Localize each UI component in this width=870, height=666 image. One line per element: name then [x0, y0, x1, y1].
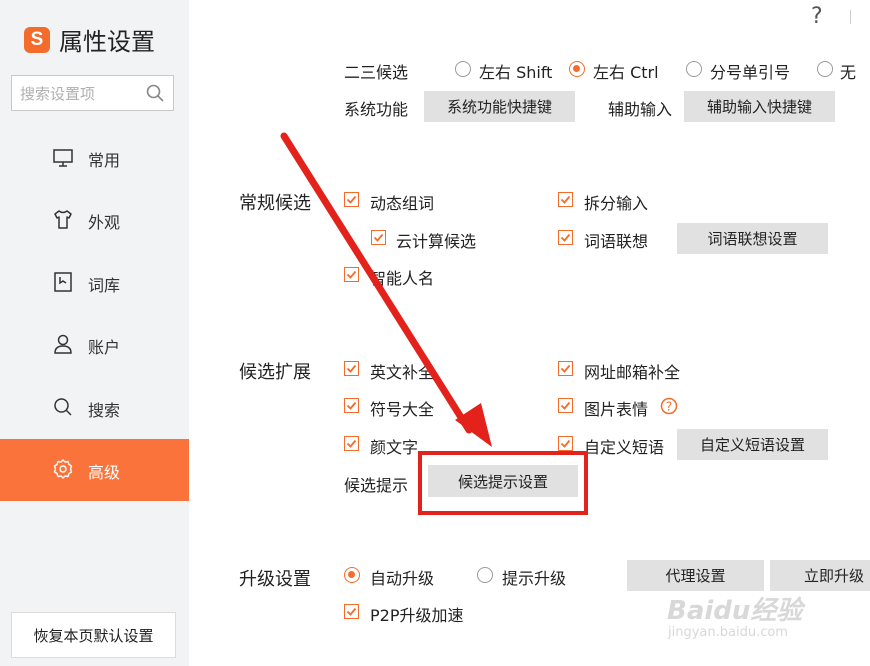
annotation-arrow: [280, 132, 492, 447]
baidu-watermark: Baidu经验: [667, 596, 803, 626]
baidu-watermark-url: jingyan.baidu.com: [668, 625, 788, 640]
